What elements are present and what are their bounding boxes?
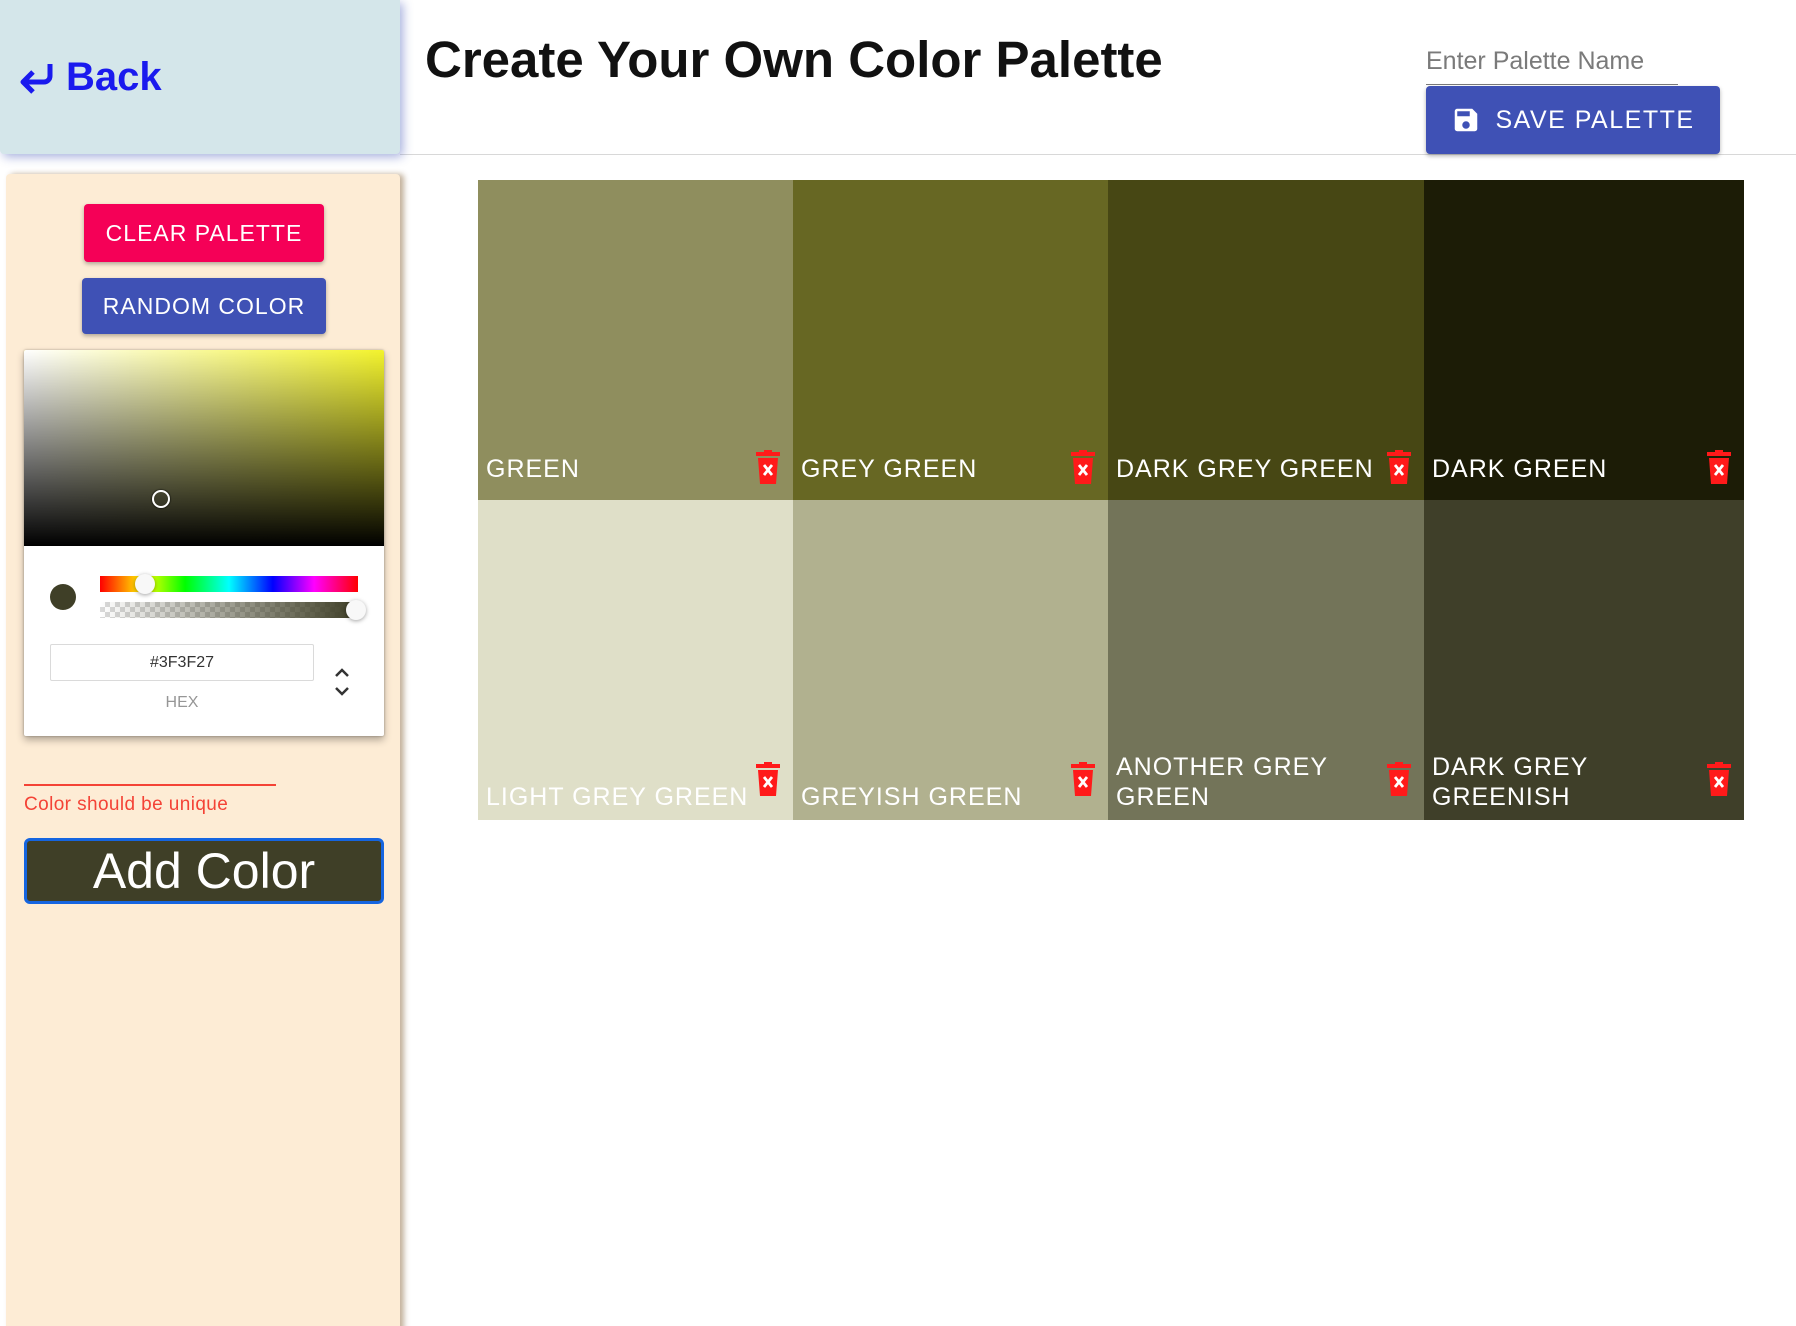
- add-color-button[interactable]: Add Color: [24, 838, 384, 904]
- delete-trash-icon[interactable]: [1706, 762, 1732, 796]
- up-down-chevron-icon: [335, 668, 349, 696]
- color-box-name: Another Grey Green: [1116, 753, 1328, 811]
- back-link[interactable]: Back: [18, 55, 162, 100]
- sidebar-drawer: CLEAR PALETTE RANDOM COLOR HEX: [6, 174, 400, 1326]
- hue-slider-thumb[interactable]: [135, 574, 155, 594]
- delete-trash-icon[interactable]: [1706, 450, 1732, 484]
- color-name-error: Color should be unique: [24, 794, 229, 815]
- current-color-swatch: [50, 584, 76, 610]
- delete-trash-icon[interactable]: [1386, 762, 1412, 796]
- palette-name-input[interactable]: [1426, 42, 1678, 85]
- alpha-slider-thumb[interactable]: [346, 600, 366, 620]
- save-palette-label: SAVE PALETTE: [1495, 105, 1695, 134]
- color-box-name: Green: [486, 455, 580, 483]
- color-box[interactable]: Greyish Green: [793, 500, 1108, 820]
- page-title: Create Your Own Color Palette: [425, 31, 1163, 88]
- clear-palette-button[interactable]: CLEAR PALETTE: [84, 204, 324, 262]
- delete-trash-icon[interactable]: [755, 762, 781, 796]
- return-arrow-icon: [20, 64, 53, 94]
- color-name-field[interactable]: [24, 784, 276, 786]
- color-box-name: Dark Grey Green: [1116, 455, 1374, 483]
- hex-mode-label: HEX: [165, 694, 199, 711]
- color-box-name: Dark Grey Greenish: [1432, 753, 1588, 811]
- saturation-pointer[interactable]: [152, 490, 170, 508]
- color-box-name: Dark Green: [1432, 455, 1608, 483]
- delete-trash-icon[interactable]: [1070, 762, 1096, 796]
- delete-trash-icon[interactable]: [1386, 450, 1412, 484]
- format-toggle-button[interactable]: [330, 664, 354, 700]
- color-picker: HEX: [24, 350, 384, 736]
- color-box-name: Grey Green: [801, 455, 978, 483]
- color-box[interactable]: Green: [478, 180, 793, 500]
- color-box[interactable]: Grey Green: [793, 180, 1108, 500]
- back-panel: Back: [0, 0, 400, 154]
- delete-trash-icon[interactable]: [755, 450, 781, 484]
- save-palette-button[interactable]: SAVE PALETTE: [1426, 86, 1720, 154]
- header-bar: Create Your Own Color Palette SAVE PALET…: [400, 0, 1796, 155]
- color-box[interactable]: Another Grey Green: [1108, 500, 1424, 820]
- random-color-button[interactable]: RANDOM COLOR: [82, 278, 326, 334]
- color-box-name: Light Grey Green: [486, 783, 749, 811]
- saturation-area[interactable]: [24, 350, 384, 546]
- hex-input[interactable]: [50, 644, 314, 681]
- color-box[interactable]: Dark Grey Greenish: [1424, 500, 1744, 820]
- color-box[interactable]: Dark Green: [1424, 180, 1744, 500]
- color-box-name: Greyish Green: [801, 783, 1023, 811]
- delete-trash-icon[interactable]: [1070, 450, 1096, 484]
- color-box[interactable]: Dark Grey Green: [1108, 180, 1424, 500]
- palette-grid: Green Grey Green Dark Grey Green Dark Green…: [478, 180, 1744, 820]
- back-label: Back: [66, 54, 162, 99]
- alpha-slider[interactable]: [100, 602, 358, 618]
- save-icon: [1455, 108, 1478, 132]
- color-box[interactable]: Light Grey Green: [478, 500, 793, 820]
